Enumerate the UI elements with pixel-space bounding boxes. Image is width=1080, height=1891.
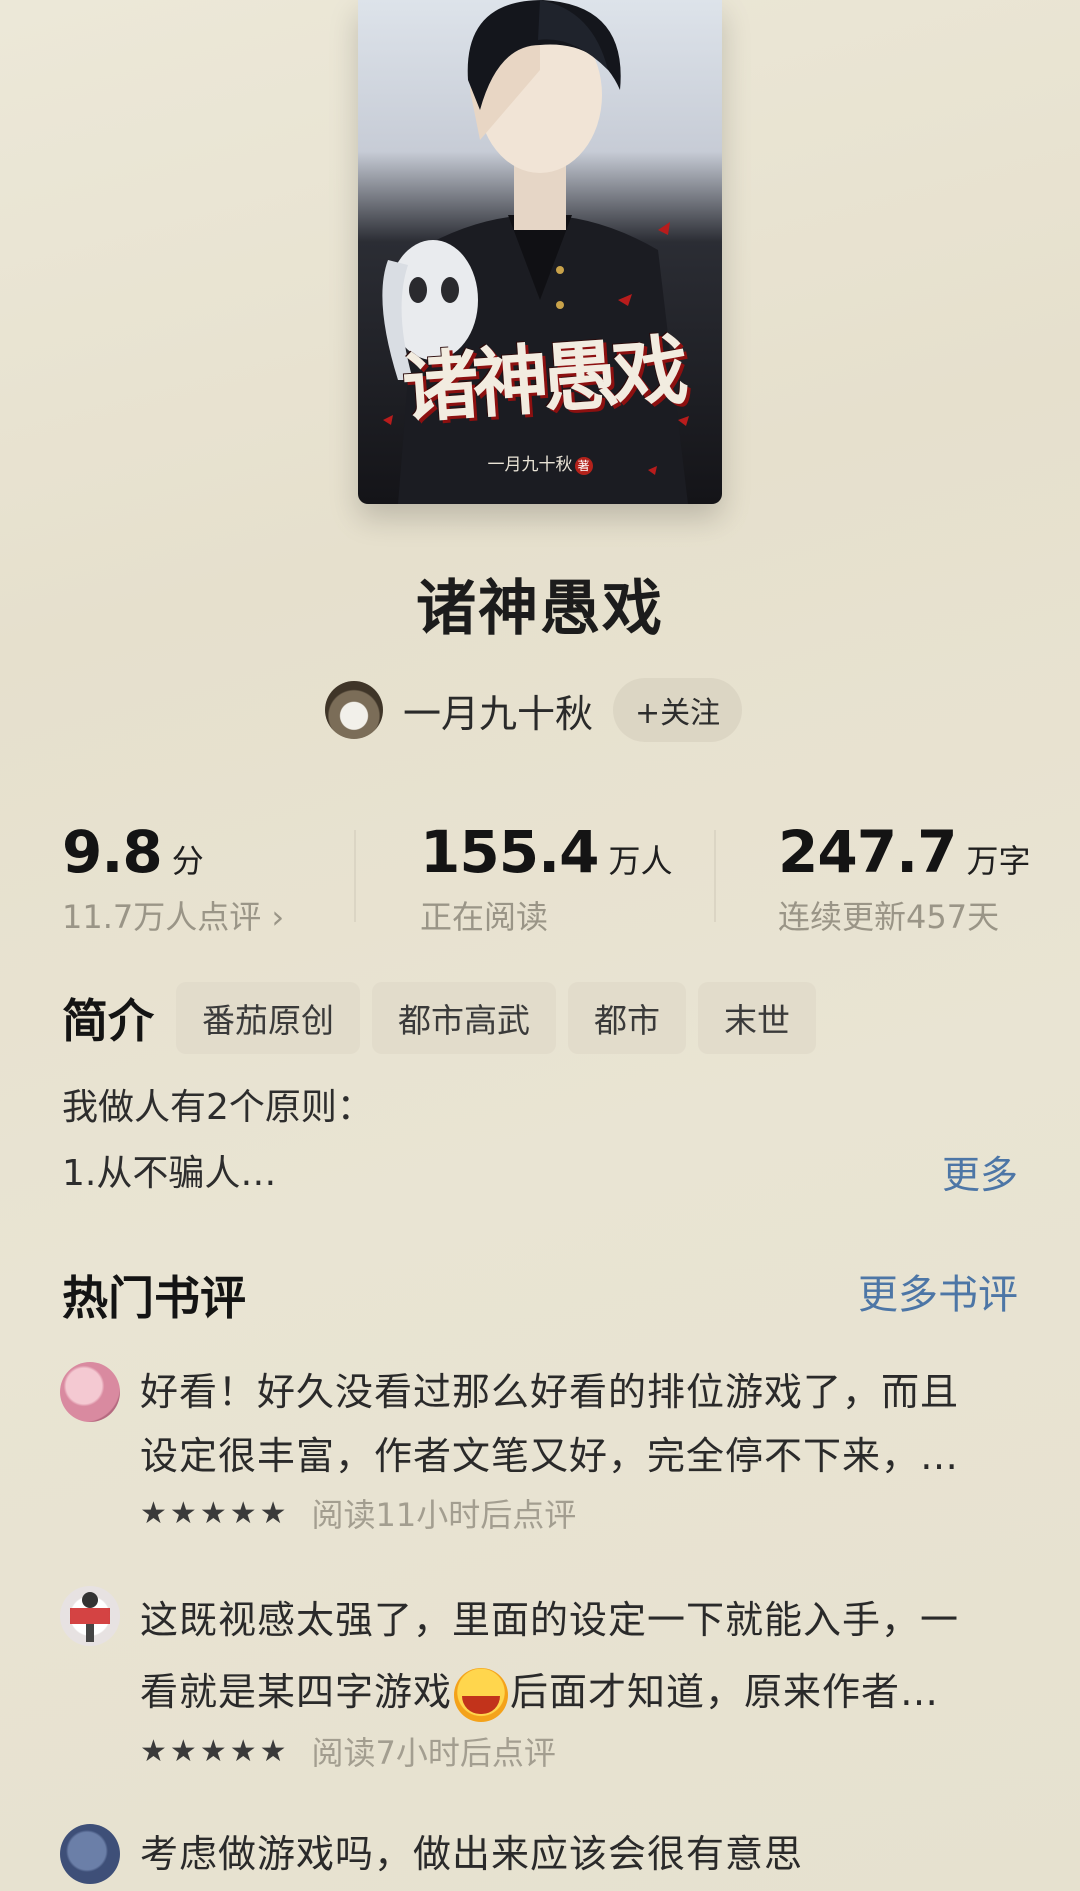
cover-author-name: 一月九十秋: [487, 455, 573, 475]
readers-label: 正在阅读: [420, 898, 549, 936]
rating-count: 11.7万人点评 ›: [62, 898, 285, 936]
star-icon: ★: [140, 1495, 167, 1531]
words-stat: 247.7 万字 连续更新457天: [778, 818, 1030, 938]
intro-label: 简介: [62, 994, 154, 1048]
star-icon: ★: [259, 1733, 287, 1769]
star-icon: ★: [199, 1733, 227, 1769]
book-title: 诸神愚戏: [416, 574, 664, 644]
tag-chip[interactable]: 都市高武: [372, 982, 556, 1054]
readers-unit: 万人: [608, 842, 673, 880]
review-text-segment: 看就是某四字游戏: [140, 1670, 453, 1714]
reviewer-avatar-art: [70, 1592, 110, 1642]
star-icon: ★: [140, 1733, 167, 1769]
review-text: 这既视感太强了，里面的设定一下就能入手，一 看就是某四字游戏 后面才知道，原来作者…: [140, 1584, 1020, 1728]
book-cover[interactable]: 诸神愚戏 一月九十秋著: [358, 0, 722, 504]
rating-unit: 分: [171, 842, 204, 880]
star-icon: ★: [169, 1495, 197, 1531]
reviewer-avatar[interactable]: [60, 1824, 120, 1884]
tag-chip[interactable]: 番茄原创: [176, 982, 360, 1054]
review-time: 阅读7小时后点评: [311, 1734, 556, 1772]
author-avatar[interactable]: [325, 681, 383, 739]
intro-text-line[interactable]: 我做人有2个原则：: [62, 1078, 373, 1130]
more-reviews-link[interactable]: 更多书评: [858, 1262, 1018, 1320]
stats-divider: [354, 830, 356, 922]
star-icon: ★: [169, 1733, 197, 1769]
review-text-line: 设定很丰富，作者文笔又好，完全停不下来，…: [140, 1434, 960, 1478]
review-time: 阅读11小时后点评: [311, 1496, 577, 1534]
author-name[interactable]: 一月九十秋: [403, 683, 593, 738]
intro-header: 简介 番茄原创 都市高武 都市 末世: [62, 982, 828, 1054]
tag-chip[interactable]: 都市: [568, 982, 686, 1054]
follow-button[interactable]: +关注: [613, 678, 743, 742]
tag-chip[interactable]: 末世: [698, 982, 816, 1054]
readers-stat: 155.4 万人 正在阅读: [420, 818, 672, 938]
reviewer-avatar[interactable]: [60, 1586, 120, 1646]
star-icon: ★: [259, 1495, 287, 1531]
cover-author: 一月九十秋著: [358, 450, 722, 475]
update-streak: 连续更新457天: [778, 898, 1000, 936]
readers-value: 155.4: [420, 818, 599, 886]
review-text: 好看！好久没看过那么好看的排位游戏了，而且 设定很丰富，作者文笔又好，完全停不下…: [140, 1360, 1020, 1488]
review-text: 考虑做游戏吗，做出来应该会很有意思: [140, 1822, 1020, 1886]
review-text-segment: 后面才知道，原来作者…: [510, 1670, 940, 1714]
review-text-line: 考虑做游戏吗，做出来应该会很有意思: [140, 1832, 804, 1876]
review-text-line: 这既视感太强了，里面的设定一下就能入手，一: [140, 1598, 960, 1642]
cover-author-mark: 著: [574, 457, 593, 475]
author-row: 一月九十秋 +关注: [325, 678, 743, 742]
words-unit: 万字: [966, 842, 1031, 880]
rating-stat[interactable]: 9.8 分 11.7万人点评 ›: [62, 818, 284, 938]
star-icon: ★: [229, 1495, 257, 1531]
laughing-crying-emoji-icon: [454, 1667, 509, 1722]
reviewer-avatar[interactable]: [60, 1362, 120, 1422]
review-meta: ★ ★ ★ ★ ★ 阅读7小时后点评: [140, 1728, 556, 1774]
star-rating: ★ ★ ★ ★ ★: [140, 1734, 290, 1769]
review-meta: ★ ★ ★ ★ ★ 阅读11小时后点评: [140, 1490, 576, 1536]
cover-title: 诸神愚戏: [399, 325, 686, 434]
intro-more-link[interactable]: 更多: [942, 1144, 1018, 1199]
intro-text-line[interactable]: 1.从不骗人…: [62, 1144, 276, 1196]
words-value: 247.7: [778, 818, 957, 886]
stats-bar: 9.8 分 11.7万人点评 › 155.4 万人 正在阅读 247.7 万字 …: [0, 818, 1080, 938]
stats-divider: [714, 830, 716, 922]
reviews-title: 热门书评: [62, 1271, 246, 1325]
star-icon: ★: [199, 1495, 227, 1531]
review-text-line: 看就是某四字游戏 后面才知道，原来作者…: [140, 1656, 1020, 1728]
star-icon: ★: [229, 1733, 257, 1769]
star-rating: ★ ★ ★ ★ ★: [140, 1496, 290, 1531]
review-text-line: 好看！好久没看过那么好看的排位游戏了，而且: [140, 1370, 960, 1414]
rating-value: 9.8: [62, 818, 163, 886]
